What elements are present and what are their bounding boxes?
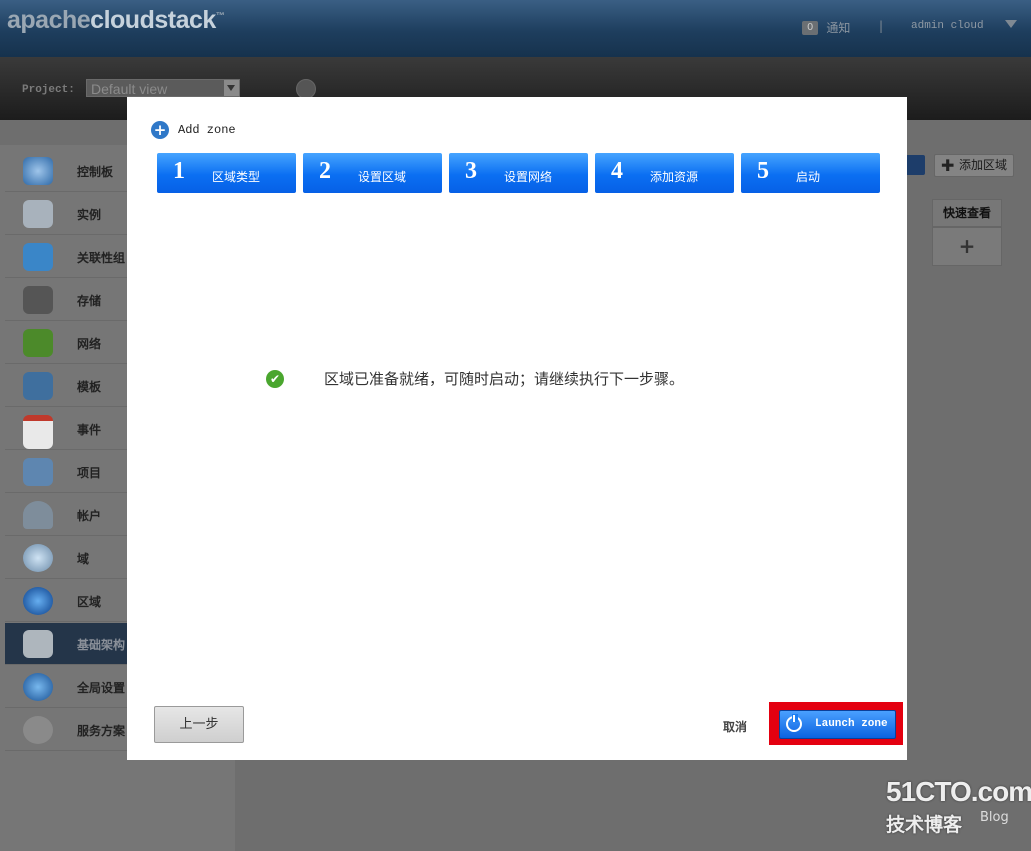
- sidebar-item-label: 实例: [77, 208, 102, 222]
- step-launch: 5 启动: [741, 153, 880, 193]
- cloud-icon: [23, 200, 53, 228]
- previous-button[interactable]: 上一步: [154, 706, 244, 743]
- ready-message-text: 区域已准备就绪，可随时启动；请继续执行下一步骤。: [324, 370, 685, 388]
- dialog-title: + Add zone: [151, 121, 236, 139]
- sidebar-item-label: 模板: [77, 380, 102, 394]
- sidebar-item-label: 区域: [77, 595, 102, 609]
- launch-zone-highlight: Launch zone: [769, 702, 903, 745]
- quickview-plus-icon[interactable]: +: [932, 227, 1002, 266]
- gear-icon: [23, 716, 53, 744]
- notification-count-badge: 0: [802, 20, 819, 35]
- launch-zone-button[interactable]: Launch zone: [779, 710, 896, 739]
- watermark-logo: 51CTO.com: [886, 776, 1031, 807]
- add-zone-dialog: + Add zone 1 区域类型 2 设置区域 3 设置网络 4 添加资源 5 启动 ✔…: [127, 97, 907, 760]
- ready-message: ✔ 区域已准备就绪，可随时启动；请继续执行下一步骤。: [266, 368, 684, 389]
- chevron-down-icon[interactable]: [1005, 20, 1017, 28]
- add-icon: +: [151, 121, 169, 139]
- notifications[interactable]: 0 通知: [802, 19, 850, 36]
- affinity-cloud-icon: [23, 243, 53, 271]
- sidebar-item-label: 域: [77, 552, 90, 566]
- user-menu-label[interactable]: admin cloud: [911, 20, 984, 32]
- dropdown-arrow-icon[interactable]: [224, 80, 239, 96]
- header-separator: |: [879, 19, 884, 33]
- sidebar-item-label: 全局设置: [77, 681, 126, 695]
- launch-zone-label: Launch zone: [815, 718, 888, 730]
- globe-icon[interactable]: [296, 79, 316, 99]
- sidebar-item-label: 项目: [77, 466, 102, 480]
- network-icon: [23, 329, 53, 357]
- calendar-icon: [23, 415, 53, 449]
- apachecloudstack-logo: apachecloudstack™: [7, 6, 225, 34]
- folder-icon: [23, 458, 53, 486]
- watermark-blog: Blog: [980, 810, 1009, 825]
- notification-label: 通知: [826, 21, 851, 35]
- domain-icon: [23, 544, 53, 572]
- infrastructure-icon: [23, 630, 53, 658]
- quickview-header: 快速查看: [932, 199, 1002, 227]
- sidebar-item-label: 帐户: [77, 509, 102, 523]
- add-zone-button[interactable]: ✚ 添加区域: [934, 154, 1014, 177]
- globe-icon: [23, 587, 53, 615]
- power-icon: [786, 714, 802, 732]
- template-icon: [23, 372, 53, 400]
- sidebar-item-label: 基础架构: [77, 638, 126, 652]
- step-zone-type: 1 区域类型: [157, 153, 296, 193]
- step-setup-zone: 2 设置区域: [303, 153, 442, 193]
- cancel-button[interactable]: 取消: [723, 718, 747, 735]
- dialog-title-text: Add zone: [178, 123, 236, 137]
- step-add-resources: 4 添加资源: [595, 153, 734, 193]
- dashboard-icon: [23, 157, 53, 185]
- global-settings-icon: [23, 673, 53, 701]
- user-icon: [23, 501, 53, 529]
- sidebar-item-label: 网络: [77, 337, 102, 351]
- sidebar-item-label: 服务方案: [77, 724, 126, 738]
- plus-icon: ✚: [941, 156, 955, 175]
- check-icon: ✔: [266, 369, 284, 388]
- watermark-subtitle: 技术博客: [886, 814, 963, 836]
- sidebar-item-label: 存储: [77, 294, 102, 308]
- sidebar-item-label: 事件: [77, 423, 102, 437]
- step-setup-network: 3 设置网络: [449, 153, 588, 193]
- project-select[interactable]: Default view: [86, 79, 240, 97]
- project-label: Project:: [22, 84, 75, 96]
- sidebar-item-label: 控制板: [77, 165, 114, 179]
- disk-icon: [23, 286, 53, 314]
- top-header: apachecloudstack™ 0 通知 | admin cloud: [0, 0, 1031, 57]
- sidebar-item-label: 关联性组: [77, 251, 126, 265]
